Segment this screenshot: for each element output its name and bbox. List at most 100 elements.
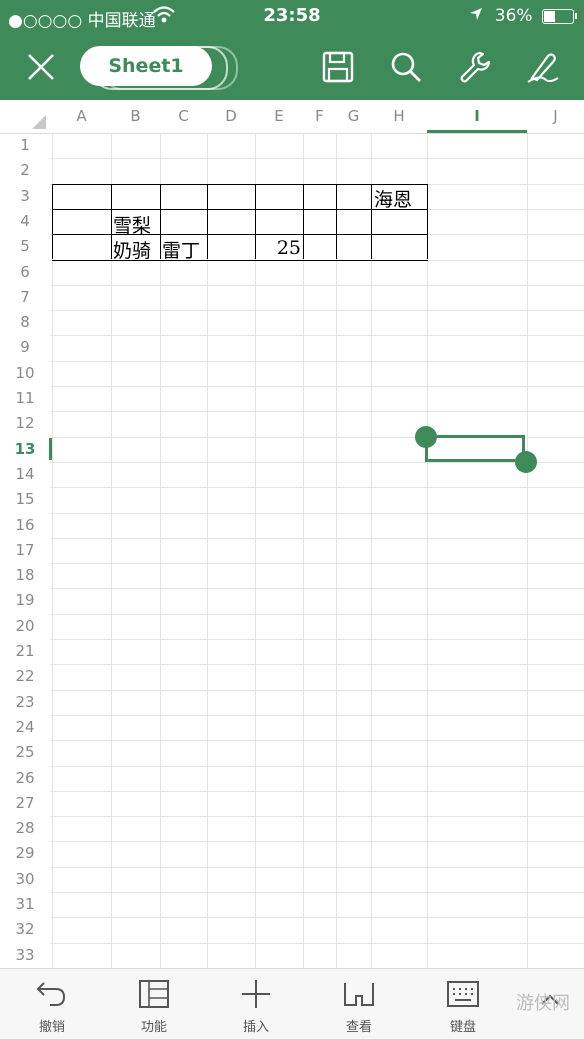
border-hline [52,183,428,185]
row-header-23[interactable]: 23 [0,690,50,715]
battery-percent: 36% [494,6,533,26]
row-header-26[interactable]: 26 [0,766,50,791]
grid-hline [50,639,584,640]
row-header-14[interactable]: 14 [0,462,50,487]
row-header-31[interactable]: 31 [0,892,50,917]
row-header-6[interactable]: 6 [0,260,50,285]
row-header-9[interactable]: 9 [0,335,50,360]
keyboard-icon [445,979,481,1009]
wrench-icon[interactable] [458,50,492,84]
border-vline [160,183,161,260]
grid-hline [50,740,584,742]
cell-H3[interactable]: 海恩 [374,185,412,212]
view-button[interactable]: 查看 [319,969,399,1039]
row-header-7[interactable]: 7 [0,285,50,310]
border-vline [52,183,53,260]
grid-hline [50,841,584,843]
row-header-21[interactable]: 21 [0,639,50,664]
panel-icon [136,979,172,1009]
row-header-27[interactable]: 27 [0,791,50,816]
grid-hline [50,664,584,666]
undo-button[interactable]: 撤销 [12,969,92,1039]
header-divider [0,133,584,134]
view-label: 查看 [345,1020,372,1035]
grid-hline [50,487,584,489]
keyboard-button[interactable]: 键盘 [423,969,503,1039]
search-icon[interactable] [389,50,423,84]
column-header-C[interactable]: C [160,100,207,133]
row-header-24[interactable]: 24 [0,715,50,740]
column-header-B[interactable]: B [111,100,160,133]
column-header-G[interactable]: G [336,100,371,133]
row-header-29[interactable]: 29 [0,841,50,866]
border-vline [111,183,112,260]
row-header-8[interactable]: 8 [0,310,50,335]
row-header-20[interactable]: 20 [0,614,50,639]
row-header-3[interactable]: 3 [0,184,50,209]
grid-hline [50,790,584,792]
row-header-4[interactable]: 4 [0,209,50,234]
grid-hline [50,158,584,160]
plus-icon [238,979,274,1009]
row-header-19[interactable]: 19 [0,588,50,613]
border-vline [427,183,428,260]
undo-icon [34,979,70,1009]
insert-label: 插入 [242,1020,269,1035]
grid-hline [50,386,584,387]
row-header-5[interactable]: 5 [0,234,50,259]
column-header-J[interactable]: J [527,100,584,133]
border-hline [52,234,428,236]
keyboard-label: 键盘 [449,1020,476,1035]
cell-B4[interactable]: 雪梨 [113,211,151,238]
grid-vline [527,133,528,968]
row-header-12[interactable]: 12 [0,411,50,436]
row-header-1[interactable]: 1 [0,133,50,158]
row-header-30[interactable]: 30 [0,867,50,892]
border-hline [52,259,428,261]
column-header-A[interactable]: A [52,100,111,133]
sheet-switcher[interactable]: Sheet1 [80,46,240,90]
column-header-D[interactable]: D [207,100,255,133]
column-header-F[interactable]: F [303,100,336,133]
status-right: 36% [469,6,577,26]
sheet-tab[interactable]: Sheet1 [80,46,212,86]
grid-hline [50,563,584,565]
column-header-H[interactable]: H [371,100,427,133]
selection-handle-bottom-right[interactable] [515,451,537,473]
functions-button[interactable]: 功能 [114,969,194,1039]
status-bar: ●○○○○ 中国联通 23:58 36% [0,0,584,34]
cell-E5[interactable]: 25 [255,237,301,259]
insert-button[interactable]: 插入 [216,969,296,1039]
column-header-I[interactable]: I [427,100,527,133]
column-header-E[interactable]: E [255,100,303,133]
close-icon[interactable] [24,50,58,84]
row-header-17[interactable]: 17 [0,538,50,563]
border-vline [303,183,304,260]
select-all-corner-icon[interactable] [32,114,46,133]
selected-cell-box[interactable] [425,435,525,462]
row-header-33[interactable]: 33 [0,943,50,968]
row-header-18[interactable]: 18 [0,563,50,588]
app-header: ●○○○○ 中国联通 23:58 36% Sheet1 [0,0,584,100]
row-header-22[interactable]: 22 [0,664,50,689]
row-header-15[interactable]: 15 [0,487,50,512]
save-icon[interactable] [321,50,355,84]
selection-handle-top-left[interactable] [415,426,437,448]
location-arrow-icon [469,6,483,26]
grid-hline [50,588,584,590]
grid-hline [50,892,584,893]
grid-hline [50,360,584,362]
row-header-28[interactable]: 28 [0,816,50,841]
row-header-10[interactable]: 10 [0,361,50,386]
row-header-11[interactable]: 11 [0,386,50,411]
row-header-25[interactable]: 25 [0,740,50,765]
row-header-2[interactable]: 2 [0,158,50,183]
row-header-16[interactable]: 16 [0,513,50,538]
pen-icon[interactable] [526,50,560,84]
grid-hline [50,765,584,767]
row-header-13[interactable]: 13 [0,437,50,462]
grid-hline [50,461,584,463]
cell-C5[interactable]: 雷丁 [162,236,200,263]
row-header-32[interactable]: 32 [0,917,50,942]
cell-B5[interactable]: 奶骑 [113,236,151,263]
